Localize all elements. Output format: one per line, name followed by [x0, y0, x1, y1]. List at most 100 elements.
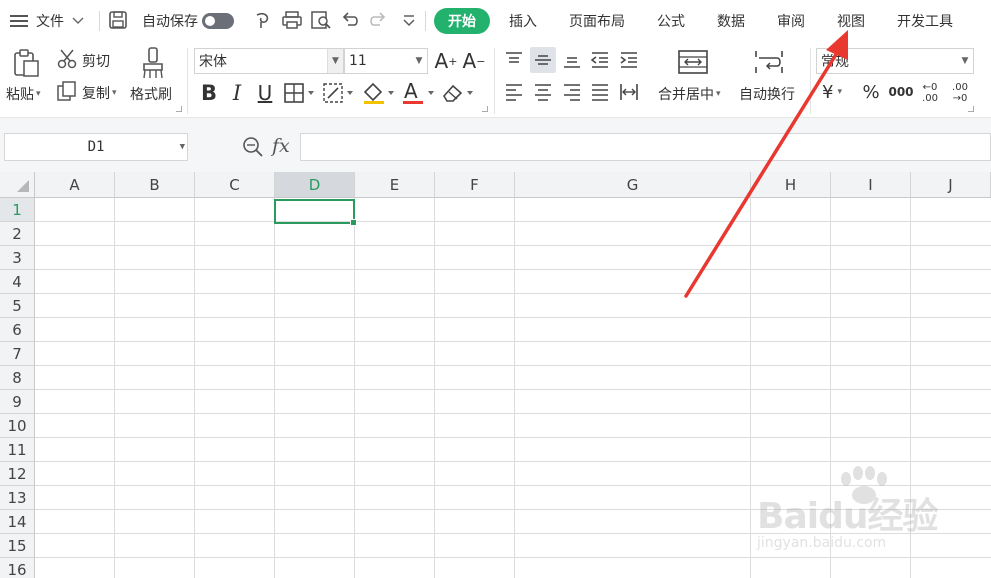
group-launcher[interactable] — [176, 106, 182, 112]
column-header[interactable]: J — [911, 172, 991, 198]
row-header[interactable]: 3 — [0, 246, 35, 270]
autosave-toggle[interactable] — [202, 13, 234, 29]
autosave-toggle-group[interactable]: 自动保存 — [142, 6, 234, 36]
row-header[interactable]: 16 — [0, 558, 35, 578]
column-header[interactable]: B — [115, 172, 195, 198]
tab-page-layout[interactable]: 页面布局 — [556, 8, 638, 34]
wrap-text-icon[interactable] — [752, 48, 786, 76]
align-center-icon[interactable] — [531, 80, 555, 104]
svg-text:A: A — [404, 80, 418, 103]
percent-button[interactable]: % — [860, 80, 882, 104]
wrap-text-button[interactable]: 自动换行 — [739, 84, 795, 104]
decrease-font-icon[interactable]: A − — [462, 48, 486, 74]
zoom-function-icon[interactable] — [242, 136, 264, 158]
row-header[interactable]: 11 — [0, 438, 35, 462]
decrease-indent-icon[interactable] — [588, 48, 612, 72]
justify-icon[interactable] — [588, 80, 612, 104]
font-color-icon[interactable]: A — [401, 80, 437, 106]
column-header[interactable]: E — [355, 172, 435, 198]
merge-center-label: 合并居中 — [658, 87, 714, 103]
row-header[interactable]: 14 — [0, 510, 35, 534]
eraser-icon[interactable] — [440, 80, 476, 106]
column-header[interactable]: G — [515, 172, 751, 198]
italic-button[interactable]: I — [226, 80, 248, 106]
redo-icon[interactable] — [368, 11, 388, 29]
font-size-select[interactable]: 11 ▼ — [344, 48, 428, 74]
row-header[interactable]: 6 — [0, 318, 35, 342]
print-preview-icon[interactable] — [310, 10, 332, 30]
watermark-url: jingyan.baidu.com — [757, 535, 887, 551]
save-icon[interactable] — [108, 10, 128, 30]
row-header[interactable]: 15 — [0, 534, 35, 558]
align-middle-icon[interactable] — [530, 47, 556, 73]
tab-formulas[interactable]: 公式 — [644, 8, 698, 34]
increase-indent-icon[interactable] — [617, 48, 641, 72]
row-header[interactable]: 4 — [0, 270, 35, 294]
fill-pattern-icon[interactable] — [322, 82, 356, 104]
undo-format-icon[interactable] — [253, 10, 273, 30]
print-icon[interactable] — [281, 10, 303, 30]
distributed-align-icon[interactable] — [617, 80, 641, 104]
column-header[interactable]: C — [195, 172, 275, 198]
bold-button[interactable]: B — [198, 80, 220, 106]
font-name-select[interactable]: 宋体 ▼ — [194, 48, 344, 74]
tab-insert[interactable]: 插入 — [496, 8, 550, 34]
decrease-decimal-button[interactable]: .00 →0 — [946, 80, 974, 106]
number-format-select[interactable]: 常规 ▼ — [816, 48, 974, 74]
underline-button[interactable]: U — [254, 80, 276, 106]
insert-function-button[interactable]: fx — [272, 135, 290, 157]
column-header[interactable]: I — [831, 172, 911, 198]
increase-font-icon[interactable]: A + — [434, 48, 458, 74]
column-header[interactable]: A — [35, 172, 115, 198]
currency-button[interactable]: ¥ ▾ — [822, 80, 842, 104]
column-header[interactable]: H — [751, 172, 831, 198]
row-header[interactable]: 9 — [0, 390, 35, 414]
row-header[interactable]: 2 — [0, 222, 35, 246]
tab-home[interactable]: 开始 — [434, 8, 490, 34]
quick-access-dropdown-icon[interactable] — [402, 13, 416, 27]
merge-center-icon[interactable] — [676, 48, 710, 76]
undo-icon[interactable] — [340, 11, 360, 29]
formula-input[interactable] — [300, 133, 991, 161]
column-gridline — [434, 198, 435, 578]
row-header[interactable]: 13 — [0, 486, 35, 510]
row-header[interactable]: 10 — [0, 414, 35, 438]
row-header[interactable]: 1 — [0, 198, 35, 222]
file-menu[interactable]: 文件 — [10, 6, 84, 36]
format-painter-button[interactable]: 格式刷 — [130, 84, 172, 104]
select-all-button[interactable] — [0, 172, 35, 198]
align-bottom-icon[interactable] — [560, 48, 584, 72]
borders-icon[interactable] — [283, 82, 317, 104]
paste-icon[interactable] — [10, 48, 42, 78]
tab-review[interactable]: 审阅 — [764, 8, 818, 34]
row-header[interactable]: 7 — [0, 342, 35, 366]
brush-icon[interactable] — [138, 46, 168, 80]
copy-button[interactable]: 复制 ▾ — [56, 81, 117, 104]
row-header[interactable]: 5 — [0, 294, 35, 318]
divider — [810, 48, 811, 114]
align-top-icon[interactable] — [502, 48, 526, 72]
row-header[interactable]: 12 — [0, 462, 35, 486]
row-gridline — [35, 293, 991, 294]
name-box[interactable]: D1 ▼ — [4, 133, 188, 161]
tab-developer[interactable]: 开发工具 — [884, 8, 966, 34]
column-header[interactable]: D — [275, 172, 355, 198]
thousands-separator-button[interactable]: 000 — [888, 80, 914, 104]
increase-decimal-button[interactable]: ←0 .00 — [916, 80, 944, 106]
merge-center-button[interactable]: 合并居中 ▾ — [658, 84, 721, 104]
paste-button[interactable]: 粘贴 ▾ — [6, 84, 41, 104]
active-cell[interactable] — [274, 199, 357, 226]
tab-view[interactable]: 视图 — [824, 8, 878, 34]
tab-data[interactable]: 数据 — [704, 8, 758, 34]
divider — [494, 48, 495, 114]
row-header[interactable]: 8 — [0, 366, 35, 390]
cut-button[interactable]: 剪切 — [56, 49, 110, 72]
column-header[interactable]: F — [435, 172, 515, 198]
group-launcher[interactable] — [482, 106, 488, 112]
chevron-down-icon: ▼ — [961, 56, 969, 66]
fill-color-icon[interactable] — [361, 80, 397, 106]
group-launcher[interactable] — [968, 106, 974, 112]
align-right-icon[interactable] — [560, 80, 584, 104]
row-gridline — [35, 269, 991, 270]
align-left-icon[interactable] — [502, 80, 526, 104]
